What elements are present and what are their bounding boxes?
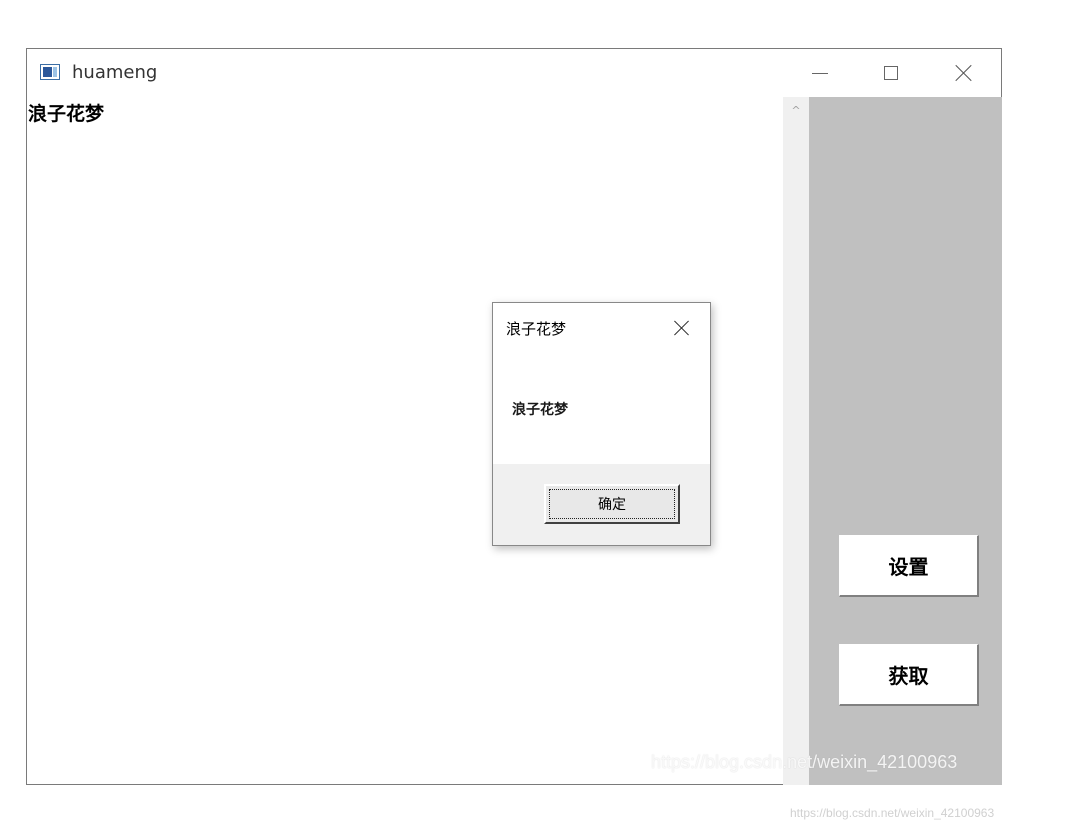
close-icon (674, 320, 690, 336)
scroll-up-arrow-icon[interactable]: ^ (783, 97, 809, 123)
minimize-icon (812, 72, 828, 74)
dialog-close-button[interactable] (669, 315, 695, 341)
minimize-button[interactable] (797, 49, 843, 97)
watermark-outer: https://blog.csdn.net/weixin_42100963 (790, 806, 995, 820)
window-title: huameng (72, 62, 158, 83)
message-dialog: 浪子花梦 浪子花梦 确定 (492, 302, 711, 546)
ok-button[interactable]: 确定 (544, 484, 680, 524)
dialog-footer: 确定 (493, 464, 710, 545)
set-button[interactable]: 设置 (839, 535, 979, 597)
get-button[interactable]: 获取 (839, 644, 979, 706)
watermark-inner: https://blog.csdn.net/weixin_42100963 (651, 752, 958, 772)
title-bar[interactable]: huameng (27, 49, 1001, 97)
close-icon (955, 64, 973, 82)
main-label: 浪子花梦 (28, 103, 105, 125)
maximize-button[interactable] (868, 49, 914, 97)
dialog-title: 浪子花梦 (506, 320, 567, 338)
vertical-scrollbar[interactable]: ^ (783, 97, 809, 785)
close-button[interactable] (941, 49, 987, 97)
maximize-icon (884, 66, 898, 80)
dialog-message: 浪子花梦 (512, 402, 568, 418)
app-window-icon (40, 64, 60, 80)
